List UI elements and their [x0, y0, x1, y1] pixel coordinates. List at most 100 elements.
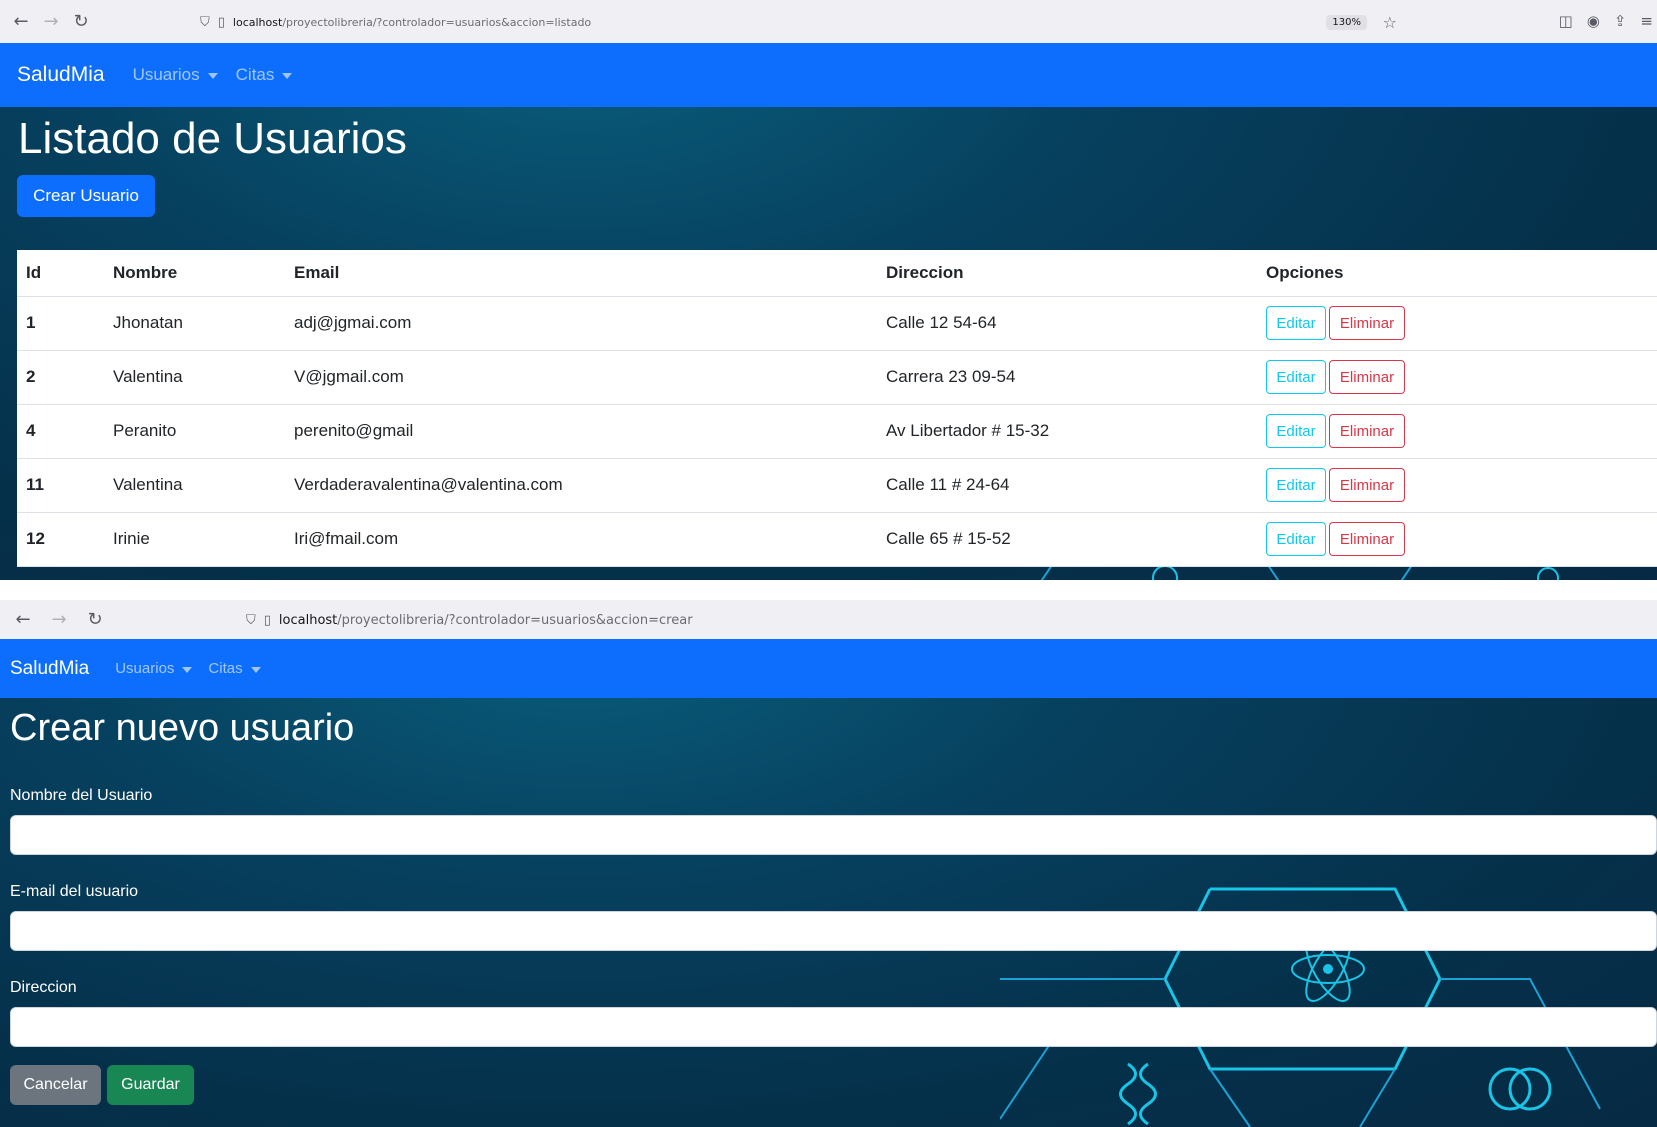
table-row: 4 Peranito perenito@gmail Av Libertador … [17, 404, 1657, 459]
cell-email: adj@jgmai.com [285, 296, 877, 351]
cell-email: Verdaderavalentina@valentina.com [285, 458, 877, 513]
cell-id: 1 [17, 296, 104, 351]
crear-screenshot: ← → ↻ ⛉ ▯ localhost/proyectolibreria/?co… [0, 600, 1657, 1127]
delete-button[interactable]: Eliminar [1329, 468, 1405, 502]
url-text: localhost/proyectolibreria/?controlador=… [279, 613, 693, 628]
nav-usuarios-label: Usuarios [132, 65, 200, 84]
shield-icon: ⛉ [200, 14, 210, 30]
create-user-button[interactable]: Crear Usuario [17, 175, 155, 217]
cell-opciones: Editar Eliminar [1257, 296, 1657, 351]
edit-button[interactable]: Editar [1266, 306, 1326, 340]
page-icon: ▯ [217, 14, 225, 30]
bookmark-star-icon[interactable]: ☆ [1383, 13, 1397, 33]
caret-down-icon [282, 73, 293, 79]
table-header-row: Id Nombre Email Direccion Opciones [17, 250, 1657, 297]
email-label: E-mail del usuario [10, 883, 139, 900]
cell-nombre: Jhonatan [104, 296, 285, 351]
edit-button[interactable]: Editar [1266, 360, 1326, 394]
back-icon[interactable]: ← [8, 609, 38, 630]
url-bar[interactable]: ⛉ ▯ localhost/proyectolibreria/?controla… [200, 7, 1360, 37]
browser-toolbar: ← → ↻ ⛉ ▯ localhost/proyectolibreria/?co… [0, 600, 1657, 639]
cell-opciones: Editar Eliminar [1257, 350, 1657, 405]
header-nombre: Nombre [104, 250, 285, 297]
table-row: 11 Valentina Verdaderavalentina@valentin… [17, 458, 1657, 513]
url-host: localhost [232, 15, 283, 29]
direccion-input[interactable] [10, 1007, 1657, 1047]
cell-nombre: Valentina [104, 458, 285, 513]
nav-usuarios-dropdown[interactable]: Usuarios [133, 65, 218, 85]
listado-screenshot: ← → ↻ ⛉ ▯ localhost/proyectolibreria/?co… [0, 0, 1657, 580]
caret-down-icon [207, 73, 218, 79]
pocket-icon[interactable]: ◫ [1559, 12, 1573, 30]
cell-email: Iri@fmail.com [285, 512, 877, 567]
cell-id: 2 [17, 350, 104, 405]
extensions-icon[interactable]: ⇪ [1614, 12, 1627, 30]
brand-logo[interactable]: SaludMia [10, 658, 89, 680]
url-path: /proyectolibreria/?controlador=usuarios&… [337, 612, 693, 628]
account-icon[interactable]: ◉ [1587, 12, 1600, 30]
cancel-button[interactable]: Cancelar [10, 1065, 101, 1105]
delete-button[interactable]: Eliminar [1329, 306, 1405, 340]
browser-toolbar: ← → ↻ ⛉ ▯ localhost/proyectolibreria/?co… [0, 0, 1657, 43]
url-host: localhost [278, 612, 338, 628]
table-row: 2 Valentina V@jgmail.com Carrera 23 09-5… [17, 350, 1657, 405]
nav-citas-dropdown[interactable]: Citas [208, 660, 261, 677]
delete-button[interactable]: Eliminar [1329, 522, 1405, 556]
delete-button[interactable]: Eliminar [1329, 360, 1405, 394]
menu-icon[interactable]: ≡ [1640, 12, 1653, 30]
nav-usuarios-dropdown[interactable]: Usuarios [115, 660, 193, 677]
reload-icon[interactable]: ↻ [80, 609, 110, 630]
reload-icon[interactable]: ↻ [66, 11, 96, 32]
create-user-form: Nombre del Usuario E-mail del usuario Di… [10, 787, 1657, 1105]
app-body: SaludMia Usuarios Citas Crear nuevo usua… [0, 639, 1657, 1127]
forward-icon[interactable]: → [44, 609, 74, 630]
cell-opciones: Editar Eliminar [1257, 404, 1657, 459]
cell-direccion: Carrera 23 09-54 [877, 350, 1257, 405]
delete-button[interactable]: Eliminar [1329, 414, 1405, 448]
zoom-badge[interactable]: 130% [1326, 15, 1367, 30]
cell-direccion: Calle 65 # 15-52 [877, 512, 1257, 567]
cell-nombre: Irinie [104, 512, 285, 567]
cell-opciones: Editar Eliminar [1257, 458, 1657, 513]
email-input[interactable] [10, 911, 1657, 951]
cell-nombre: Peranito [104, 404, 285, 459]
form-actions: Cancelar Guardar [10, 1065, 1657, 1105]
forward-icon[interactable]: → [36, 11, 66, 32]
header-direccion: Direccion [877, 250, 1257, 297]
edit-button[interactable]: Editar [1266, 414, 1326, 448]
brand-logo[interactable]: SaludMia [17, 63, 105, 87]
nav-usuarios-label: Usuarios [115, 660, 175, 677]
cell-email: V@jgmail.com [285, 350, 877, 405]
nombre-input[interactable] [10, 815, 1657, 855]
direccion-label: Direccion [10, 979, 77, 996]
users-table: Id Nombre Email Direccion Opciones 1 Jho… [17, 250, 1657, 567]
nombre-label: Nombre del Usuario [10, 787, 153, 804]
header-email: Email [285, 250, 877, 297]
edit-button[interactable]: Editar [1266, 468, 1326, 502]
page-icon: ▯ [263, 612, 271, 628]
cell-opciones: Editar Eliminar [1257, 512, 1657, 567]
shield-icon: ⛉ [246, 612, 256, 628]
cell-id: 4 [17, 404, 104, 459]
url-path: /proyectolibreria/?controlador=usuarios&… [282, 15, 592, 29]
cell-id: 11 [17, 458, 104, 513]
cell-id: 12 [17, 512, 104, 567]
url-bar[interactable]: ⛉ ▯ localhost/proyectolibreria/?controla… [246, 605, 1657, 635]
caret-down-icon [250, 666, 261, 673]
edit-button[interactable]: Editar [1266, 522, 1326, 556]
toolbar-icons: ◫ ◉ ⇪ ≡ [1559, 12, 1653, 30]
caret-down-icon [182, 666, 193, 673]
nav-citas-label: Citas [208, 660, 243, 677]
url-text: localhost/proyectolibreria/?controlador=… [233, 16, 591, 29]
save-button[interactable]: Guardar [107, 1065, 194, 1105]
nav-citas-dropdown[interactable]: Citas [236, 65, 293, 85]
cell-direccion: Calle 11 # 24-64 [877, 458, 1257, 513]
header-opciones: Opciones [1257, 250, 1657, 297]
table-row: 1 Jhonatan adj@jgmai.com Calle 12 54-64 … [17, 296, 1657, 351]
top-navbar: SaludMia Usuarios Citas [0, 639, 1657, 698]
cell-direccion: Av Libertador # 15-32 [877, 404, 1257, 459]
back-icon[interactable]: ← [6, 11, 36, 32]
page-title: Crear nuevo usuario [10, 707, 355, 749]
top-navbar: SaludMia Usuarios Citas [0, 43, 1657, 107]
table-row: 12 Irinie Iri@fmail.com Calle 65 # 15-52… [17, 512, 1657, 567]
